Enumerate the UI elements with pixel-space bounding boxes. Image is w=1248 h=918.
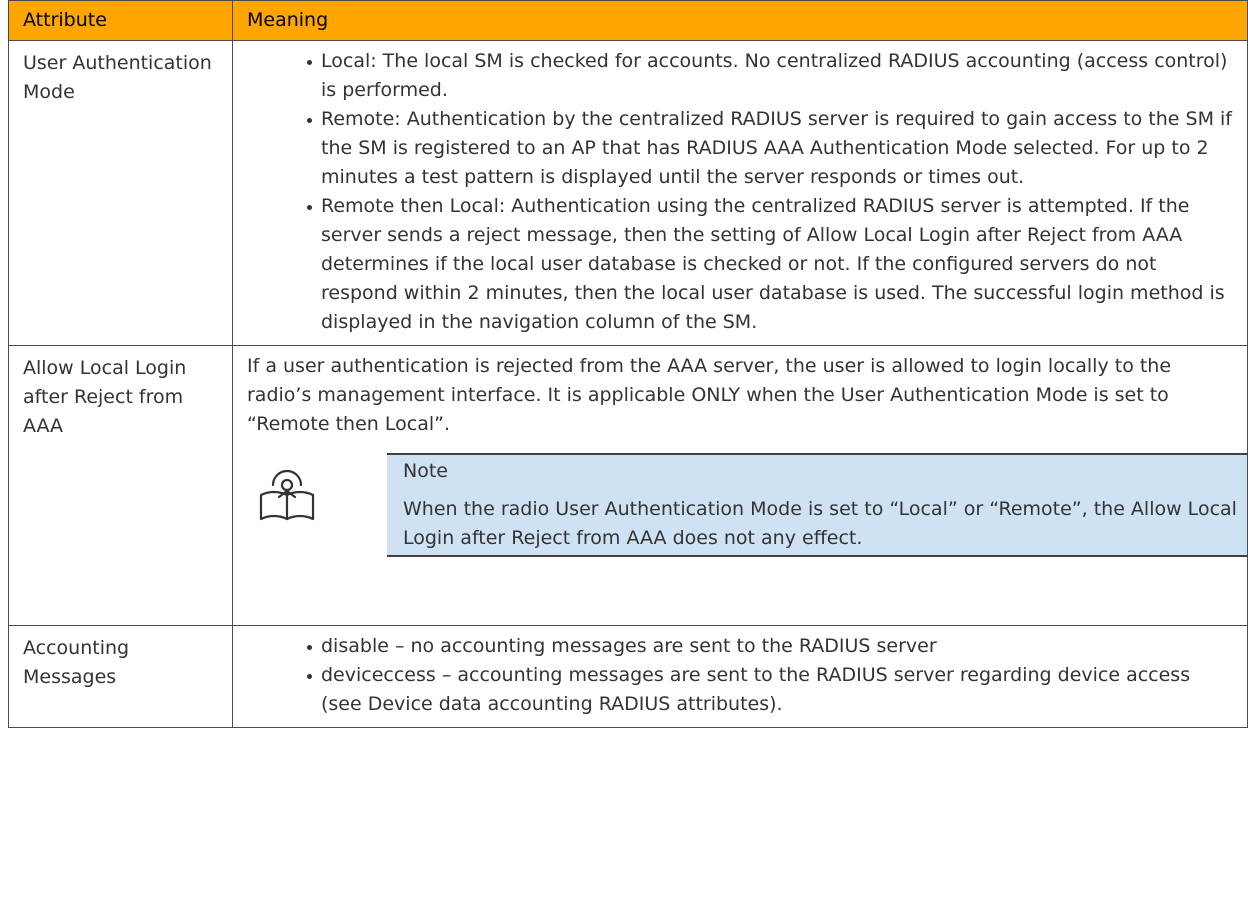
attribute-cell: Allow Local Login after Reject from AAA [8,345,233,626]
list-item: disable – no accounting messages are sen… [307,632,1235,661]
meaning-cell: disable – no accounting messages are sen… [232,625,1248,728]
list-item: Remote: Authentication by the centralize… [307,105,1235,192]
meaning-cell: Local: The local SM is checked for accou… [232,40,1248,346]
table-row: Accounting Messages disable – no account… [8,625,1248,728]
bullet-list: disable – no accounting messages are sen… [247,632,1235,719]
header-attribute: Attribute [8,0,233,41]
note-title: Note [403,460,448,482]
table-row: Allow Local Login after Reject from AAA … [8,345,1248,626]
description-text: If a user authentication is rejected fro… [247,355,1172,435]
note-callout: Note When the radio User Authentication … [247,453,1247,617]
note-text: When the radio User Authentication Mode … [403,498,1237,549]
attribute-cell: Accounting Messages [8,625,233,728]
meaning-cell: If a user authentication is rejected fro… [232,345,1248,626]
table-row: User Authentication Mode Local: The loca… [8,40,1248,346]
attributes-table: Attribute Meaning User Authentication Mo… [8,0,1248,728]
header-meaning: Meaning [232,0,1248,41]
attribute-cell: User Authentication Mode [8,40,233,346]
list-item: deviceccess – accounting messages are se… [307,661,1235,719]
bullet-list: Local: The local SM is checked for accou… [247,47,1235,337]
list-item: Local: The local SM is checked for accou… [307,47,1235,105]
note-book-icon [259,469,315,521]
list-item: Remote then Local: Authentication using … [307,192,1235,337]
note-box: Note When the radio User Authentication … [387,453,1247,557]
table-header-row: Attribute Meaning [8,0,1248,41]
